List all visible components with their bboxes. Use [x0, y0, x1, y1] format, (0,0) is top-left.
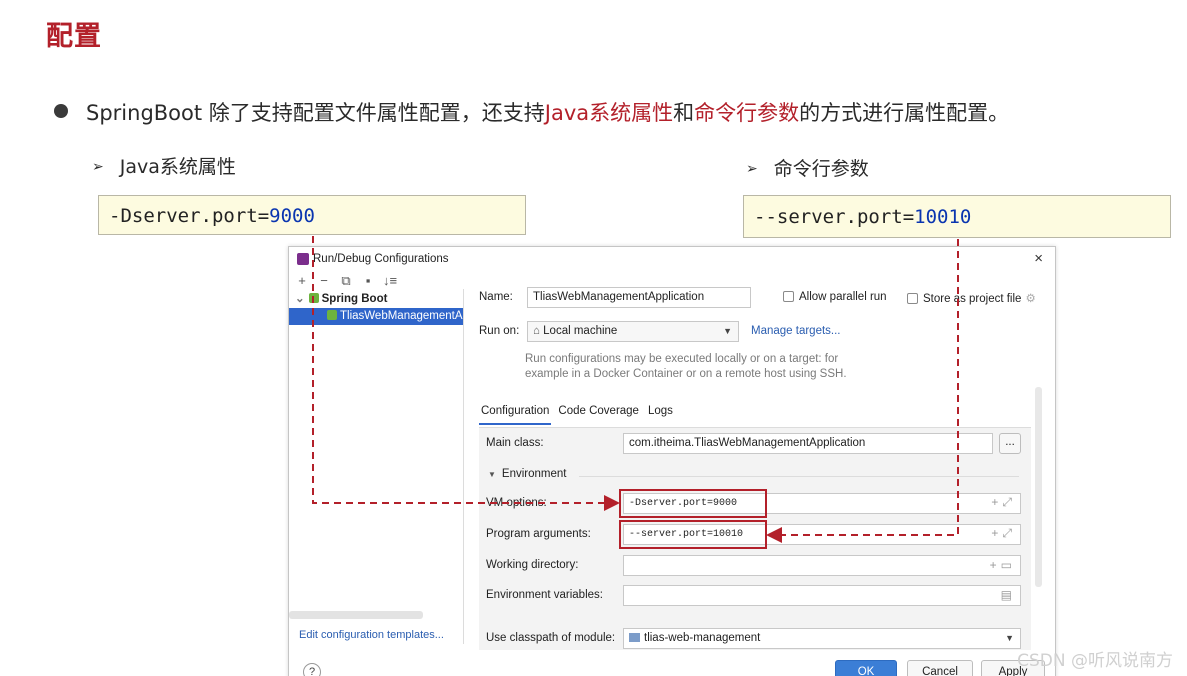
- connector-arrows: [312, 236, 959, 543]
- arrow-vm-options: [312, 236, 620, 511]
- watermark: CSDN @听风说南方: [1017, 651, 1173, 671]
- arrow-program-args: [766, 239, 959, 543]
